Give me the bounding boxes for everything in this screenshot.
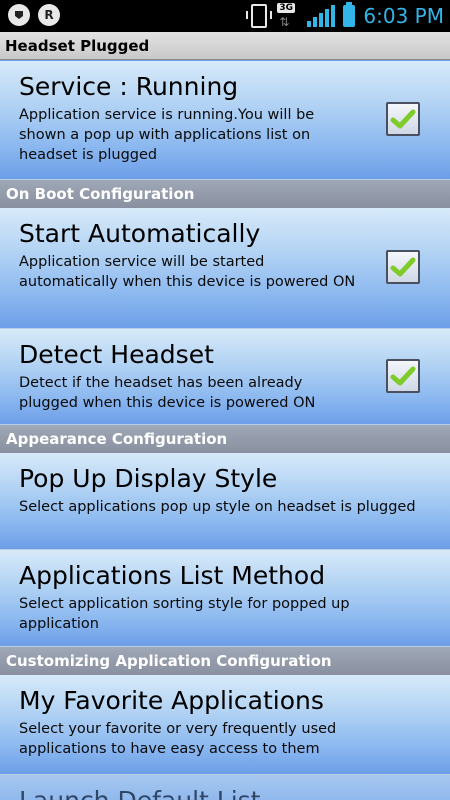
pref-description: Select applications pop up style on head…	[19, 499, 416, 515]
pref-title: Service : Running	[19, 72, 239, 101]
data-arrows-icon: ⇅	[279, 15, 290, 29]
notification-circle-icon	[8, 4, 30, 26]
battery-icon	[343, 2, 356, 27]
network-type-label: 3G	[277, 3, 296, 13]
status-bar-left: R	[8, 4, 60, 26]
pref-title: Applications List Method	[19, 561, 326, 590]
pref-service-running[interactable]: Service : Running Application service is…	[0, 61, 450, 180]
pref-applications-list-method[interactable]: Applications List Method Select applicat…	[0, 550, 450, 647]
settings-list[interactable]: Service : Running Application service is…	[0, 61, 450, 800]
checkmark-icon	[390, 257, 416, 277]
checkmark-icon	[390, 109, 416, 129]
status-bar-right: 3G ⇅ 6:03 PM	[246, 0, 444, 32]
network-3g-icon: 3G ⇅	[275, 3, 299, 29]
pref-description: Select your favorite or very frequently …	[19, 721, 337, 757]
phone-vibrate-icon	[246, 4, 273, 28]
pref-title: Launch Default List	[19, 785, 420, 800]
pref-description: Select application sorting style for pop…	[19, 596, 350, 632]
detect-headset-checkbox[interactable]	[386, 359, 420, 393]
pref-description: Detect if the headset has been already p…	[19, 375, 316, 411]
section-header-on-boot: On Boot Configuration	[0, 180, 450, 208]
pref-start-automatically[interactable]: Start Automatically Application service …	[0, 208, 450, 329]
r-circle-icon: R	[38, 4, 60, 26]
pref-title: Pop Up Display Style	[19, 464, 278, 493]
pref-description: Application service is running.You will …	[19, 107, 315, 163]
pref-title: My Favorite Applications	[19, 686, 324, 715]
clock-time: 6:03 PM	[363, 4, 444, 28]
pref-title: Detect Headset	[19, 340, 214, 369]
pref-launch-default-list[interactable]: Launch Default List	[0, 775, 450, 800]
service-running-checkbox[interactable]	[386, 102, 420, 136]
start-automatically-checkbox[interactable]	[386, 250, 420, 284]
checkmark-icon	[390, 366, 416, 386]
pref-description: Application service will be started auto…	[19, 254, 356, 290]
pref-title: Start Automatically	[19, 219, 261, 248]
section-header-customizing: Customizing Application Configuration	[0, 647, 450, 675]
section-header-appearance: Appearance Configuration	[0, 425, 450, 453]
app-title: Headset Plugged	[0, 32, 450, 60]
pref-popup-display-style[interactable]: Pop Up Display Style Select applications…	[0, 453, 450, 550]
pref-detect-headset[interactable]: Detect Headset Detect if the headset has…	[0, 329, 450, 425]
pref-my-favorite-applications[interactable]: My Favorite Applications Select your fav…	[0, 675, 450, 775]
signal-icon	[307, 5, 336, 27]
status-bar: R 3G ⇅ 6:03 PM	[0, 0, 450, 32]
